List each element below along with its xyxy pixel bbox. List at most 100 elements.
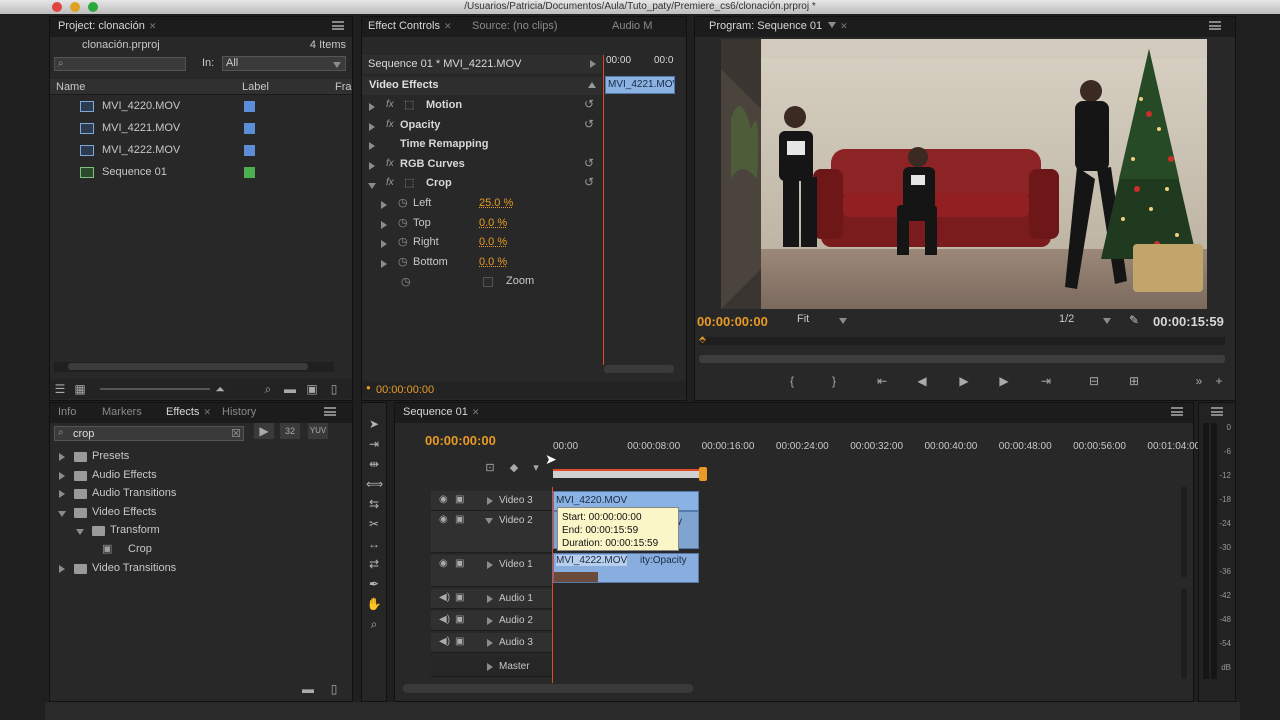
expand-closed-icon[interactable] (381, 259, 387, 268)
label-color-swatch[interactable] (244, 101, 255, 112)
go-to-out-button[interactable]: ⇥ (1035, 371, 1057, 391)
add-marker-icon[interactable]: ◆ (507, 461, 521, 475)
param-value[interactable]: 0.0 % (479, 236, 507, 248)
icon-view-icon[interactable]: ▦ (72, 379, 88, 399)
mark-out-button[interactable]: } (823, 371, 845, 391)
transform-box-icon[interactable]: ⬚ (404, 176, 414, 189)
project-item[interactable]: MVI_4221.MOV (50, 119, 352, 139)
expand-open-icon[interactable] (76, 529, 84, 536)
expand-closed-icon[interactable] (381, 201, 387, 209)
timeline-timecode[interactable]: 00:00:00:00 (425, 433, 496, 448)
reset-icon[interactable]: ↺ (584, 97, 594, 111)
go-to-in-button[interactable]: ⇤ (871, 371, 893, 391)
expand-open-icon[interactable] (58, 510, 66, 517)
effects-tree-item[interactable]: Audio Effects (50, 467, 352, 487)
eye-icon[interactable]: ◉ (439, 494, 448, 505)
tab-sequence[interactable]: Sequence 01 ✕ (403, 406, 479, 418)
program-video-frame[interactable] (721, 39, 1207, 309)
clear-search-icon[interactable]: ☒ (231, 427, 241, 440)
param-value[interactable]: 0.0 % (479, 217, 507, 229)
expand-open-icon[interactable] (485, 518, 493, 524)
stopwatch-icon[interactable]: ◷ (398, 216, 408, 229)
project-scrollbar[interactable] (54, 362, 334, 372)
expand-closed-icon[interactable] (369, 103, 375, 111)
project-item[interactable]: Sequence 01 (50, 163, 352, 183)
stopwatch-icon[interactable]: ◷ (398, 235, 408, 248)
panel-menu-icon[interactable] (1209, 21, 1221, 30)
tab-effect-controls[interactable]: Effect Controls ✕ (368, 20, 452, 32)
tab-markers[interactable]: Markers (102, 406, 142, 418)
snap-icon[interactable]: ⊡ (483, 461, 497, 475)
panel-menu-icon[interactable] (1171, 407, 1183, 416)
pen-tool-icon[interactable]: ✒ (366, 577, 382, 591)
timeline-zoom-scrollbar[interactable] (403, 684, 693, 693)
video-tracks-scrollbar[interactable] (1181, 487, 1187, 577)
hand-tool-icon[interactable]: ✋ (366, 597, 382, 611)
minimize-window-button[interactable] (70, 2, 80, 12)
program-current-timecode[interactable]: 00:00:00:00 (697, 314, 768, 329)
expand-closed-icon[interactable] (59, 471, 65, 480)
effects-tree-item[interactable]: Video Effects (50, 504, 352, 524)
project-item[interactable]: MVI_4220.MOV (50, 97, 352, 117)
close-icon[interactable]: ✕ (203, 407, 211, 417)
new-bin-icon[interactable]: ▬ (282, 379, 298, 399)
playhead-marker-icon[interactable]: ⬘ (699, 334, 706, 345)
stopwatch-icon[interactable]: ◷ (398, 255, 408, 268)
razor-tool-icon[interactable]: ✂ (366, 517, 382, 531)
list-view-icon[interactable]: ☰ (52, 379, 68, 399)
zoom-window-button[interactable] (88, 2, 98, 12)
close-window-button[interactable] (52, 2, 62, 12)
reset-icon[interactable]: ↺ (584, 175, 594, 189)
zoom-checkbox[interactable] (483, 277, 493, 287)
effect-row[interactable]: fx ⬚ Crop ↺ (362, 175, 602, 195)
fit-select[interactable]: Fit (795, 313, 851, 329)
close-icon[interactable]: ✕ (472, 407, 480, 417)
transform-box-icon[interactable]: ⬚ (404, 98, 414, 111)
ec-clip-bar[interactable]: MVI_4221.MOV (605, 76, 675, 94)
slide-tool-icon[interactable]: ⇄ (366, 557, 382, 571)
fx-badge-icon[interactable]: fx (386, 177, 394, 188)
effects-tree-item[interactable]: ▣ Crop (50, 541, 352, 561)
step-back-button[interactable]: ◀ (911, 371, 933, 391)
button-editor-icon[interactable]: + (1209, 371, 1229, 391)
expand-closed-icon[interactable] (381, 240, 387, 249)
stopwatch-icon[interactable]: ◷ (401, 275, 411, 288)
program-time-ruler[interactable]: ⬘ (699, 334, 1225, 345)
marker-icon[interactable]: ▾ (529, 461, 543, 475)
speaker-icon[interactable]: ◀) (439, 636, 450, 647)
trash-icon[interactable]: ▯ (326, 379, 342, 399)
effects-search-input[interactable]: ⌕ crop ☒ (54, 426, 244, 441)
close-icon[interactable]: ✕ (444, 21, 452, 31)
track-select-tool-icon[interactable]: ⇥ (366, 437, 382, 451)
yuv-effects-icon[interactable]: YUV (308, 423, 328, 439)
expand-closed-icon[interactable] (487, 595, 493, 603)
expand-open-icon[interactable] (368, 183, 376, 190)
expand-closed-icon[interactable] (487, 497, 493, 505)
tab-effects[interactable]: Effects ✕ (166, 406, 211, 418)
speaker-icon[interactable]: ◀) (439, 614, 450, 625)
tab-audio-mixer[interactable]: Audio M (612, 20, 652, 32)
eye-icon[interactable]: ◉ (439, 558, 448, 569)
expand-closed-icon[interactable] (59, 564, 65, 573)
effect-row[interactable]: fx RGB Curves ↺ (362, 156, 602, 176)
chevron-down-icon[interactable] (828, 22, 837, 28)
expand-closed-icon[interactable] (369, 122, 375, 131)
fx-badge-icon[interactable]: fx (386, 99, 394, 110)
label-color-swatch[interactable] (244, 145, 255, 156)
tab-source[interactable]: Source: (no clips) (472, 20, 558, 32)
new-bin-icon[interactable]: ▬ (300, 679, 316, 699)
find-icon[interactable]: ⌕ (260, 379, 276, 399)
tab-history[interactable]: History (222, 406, 256, 418)
effects-tree-item[interactable]: Transform (50, 522, 352, 542)
tab-info[interactable]: Info (58, 406, 76, 418)
rate-stretch-tool-icon[interactable]: ⇆ (366, 497, 382, 511)
extract-button[interactable]: ⊞ (1123, 371, 1145, 391)
column-label[interactable]: Label (242, 81, 269, 93)
settings-wrench-icon[interactable]: ✎ (1129, 313, 1139, 327)
effects-tree-item[interactable]: Presets (50, 448, 352, 468)
expand-closed-icon[interactable] (487, 561, 493, 569)
zoom-slider[interactable] (100, 388, 210, 390)
eye-icon[interactable]: ◉ (439, 514, 448, 525)
sync-lock-icon[interactable]: ▣ (455, 636, 464, 647)
label-color-swatch[interactable] (244, 167, 255, 178)
